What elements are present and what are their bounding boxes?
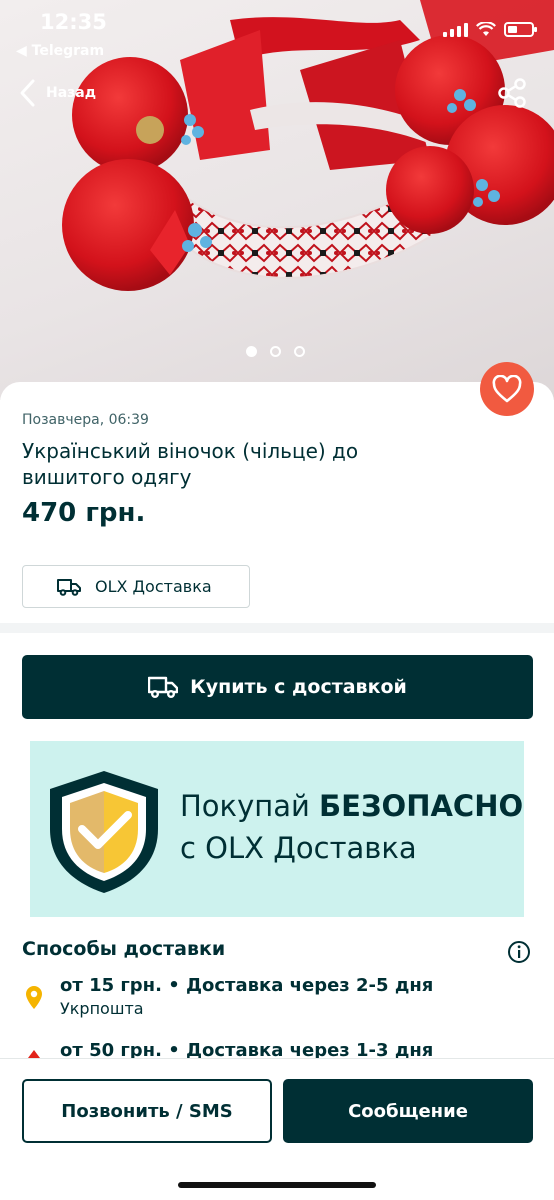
delivery-truck-icon: [148, 676, 179, 698]
gallery-dot[interactable]: [270, 346, 281, 357]
product-photo[interactable]: 12:35 ◀ Telegram Назад: [0, 0, 554, 400]
share-icon: [498, 78, 526, 108]
delivery-truck-icon: [57, 578, 81, 596]
call-button-label: Позвонить / SMS: [61, 1100, 233, 1122]
chevron-left-icon: [20, 79, 35, 107]
listing-price: 470 грн.: [22, 498, 146, 528]
battery-icon: [504, 22, 537, 37]
gallery-pagination: [246, 346, 305, 357]
info-icon: [508, 941, 530, 963]
call-sms-button[interactable]: Позвонить / SMS: [22, 1079, 272, 1143]
gallery-dot[interactable]: [294, 346, 305, 357]
wifi-icon: [476, 22, 496, 36]
home-indicator[interactable]: [178, 1182, 376, 1188]
info-button[interactable]: [507, 940, 531, 968]
cellular-signal-icon: [443, 22, 468, 37]
message-button-label: Сообщение: [348, 1100, 468, 1122]
clock: 12:35: [40, 10, 107, 34]
back-to-telegram-link[interactable]: ◀ Telegram: [16, 43, 104, 59]
location-pin-icon: [26, 986, 42, 1009]
listing-title: Український віночок (чільце) до вишитого…: [22, 439, 359, 489]
share-button[interactable]: [498, 78, 526, 112]
shipping-option-carrier: Укрпошта: [60, 999, 144, 1018]
gallery-dot[interactable]: [246, 346, 257, 357]
posted-date: Позавчера, 06:39: [22, 412, 149, 428]
status-icons: [443, 22, 537, 37]
back-button[interactable]: Назад: [18, 78, 96, 108]
buy-with-delivery-button[interactable]: Купить с доставкой: [22, 655, 533, 719]
heart-icon: [492, 375, 522, 403]
banner-headline: Покупай БЕЗОПАСНО: [180, 789, 523, 823]
back-label: Назад: [46, 85, 97, 101]
message-button[interactable]: Сообщение: [283, 1079, 533, 1143]
section-divider: [0, 623, 554, 633]
shield-check-icon: [50, 771, 158, 893]
banner-subline: с OLX Доставка: [180, 831, 417, 865]
safe-purchase-banner[interactable]: Покупай БЕЗОПАСНО с OLX Доставка: [30, 741, 524, 917]
status-bar: 12:35: [0, 0, 554, 40]
olx-delivery-badge[interactable]: OLX Доставка: [22, 565, 250, 608]
shipping-methods-title: Способы доставки: [22, 938, 226, 960]
banner-headline-prefix: Покупай: [180, 789, 320, 823]
delivery-badge-label: OLX Доставка: [95, 577, 212, 596]
banner-headline-bold: БЕЗОПАСНО: [319, 789, 524, 823]
favorite-button[interactable]: [480, 362, 534, 416]
wreath-image: [62, 0, 554, 291]
shipping-option-price: от 15 грн. • Доставка через 2-5 дня: [60, 975, 434, 996]
buy-button-label: Купить с доставкой: [190, 676, 407, 698]
